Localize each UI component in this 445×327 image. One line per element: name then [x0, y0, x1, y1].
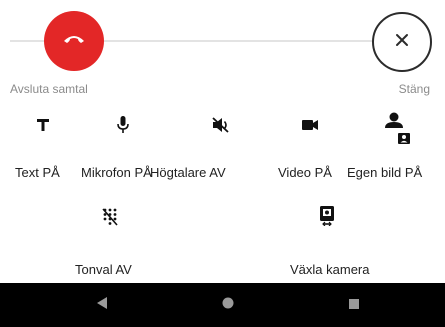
close-label: Stäng: [398, 82, 430, 96]
option-switch-camera-label: Växla kamera: [290, 262, 370, 277]
option-microphone-label: Mikrofon PÅ: [81, 165, 152, 180]
close-button[interactable]: [372, 12, 432, 72]
option-self-view[interactable]: Egen bild PÅ: [345, 110, 445, 190]
option-self-view-label: Egen bild PÅ: [347, 165, 423, 180]
option-video[interactable]: Video PÅ: [276, 110, 341, 190]
video-camera-icon: [299, 114, 321, 136]
option-dialpad[interactable]: Tonval AV: [60, 198, 170, 280]
option-speaker-label: Högtalare AV: [150, 165, 226, 180]
option-dialpad-label: Tonval AV: [75, 262, 132, 277]
home-circle-icon: [222, 296, 234, 314]
switch-camera-icon: [316, 204, 338, 228]
dialpad-off-icon: [99, 206, 121, 228]
end-call-button[interactable]: [44, 11, 104, 71]
option-text-label: Text PÅ: [15, 165, 60, 180]
option-microphone[interactable]: Mikrofon PÅ: [80, 110, 152, 190]
navigation-bar: [0, 283, 445, 327]
text-icon: [33, 114, 53, 136]
recents-square-icon: [349, 296, 359, 314]
home-button[interactable]: [198, 283, 258, 327]
self-view-icon: [381, 110, 415, 146]
close-icon: [395, 33, 409, 52]
back-triangle-icon: [97, 296, 107, 314]
hang-up-icon: [63, 32, 85, 50]
back-button[interactable]: [72, 283, 132, 327]
option-video-label: Video PÅ: [278, 165, 332, 180]
microphone-icon: [113, 114, 133, 136]
option-switch-camera[interactable]: Växla kamera: [268, 198, 393, 280]
end-call-label: Avsluta samtal: [10, 82, 88, 96]
option-speaker[interactable]: Högtalare AV: [150, 110, 276, 190]
recents-button[interactable]: [324, 283, 384, 327]
speaker-off-icon: [210, 114, 232, 136]
option-text[interactable]: Text PÅ: [0, 110, 80, 190]
